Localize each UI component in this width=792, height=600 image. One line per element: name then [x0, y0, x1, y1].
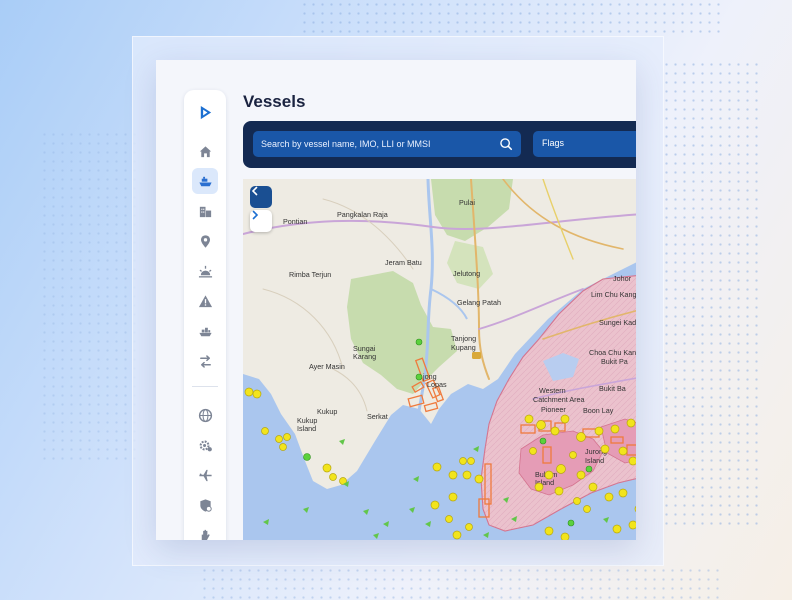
app-window: Vessels Flags — [156, 60, 636, 540]
vessel-icon[interactable] — [192, 168, 218, 194]
search-input[interactable] — [261, 131, 491, 157]
svg-text:Kukup: Kukup — [317, 407, 337, 416]
settings-cog-icon[interactable] — [192, 432, 218, 458]
home-icon[interactable] — [192, 138, 218, 164]
chevron-right-icon — [252, 210, 259, 220]
search-box — [253, 131, 521, 157]
filter-bar: Flags — [243, 121, 636, 168]
expand-panel-button[interactable] — [250, 210, 272, 232]
svg-text:Gelang Patah: Gelang Patah — [457, 298, 501, 307]
svg-text:Johor: Johor — [613, 274, 632, 283]
svg-text:Serkat: Serkat — [367, 412, 388, 421]
flags-label: Flags — [542, 138, 565, 148]
shield-icon[interactable] — [192, 492, 218, 518]
svg-text:Jeram Batu: Jeram Batu — [385, 258, 422, 267]
svg-text:Pulai: Pulai — [459, 198, 475, 207]
vessel-map[interactable]: Pulai Pontian Pangkalan Raja Rimba Terju… — [243, 179, 636, 540]
search-icon[interactable] — [499, 137, 513, 151]
svg-text:Bukit Ba: Bukit Ba — [599, 384, 626, 393]
page-title: Vessels — [243, 92, 306, 111]
port-building-icon[interactable] — [192, 198, 218, 224]
svg-text:Rimba Terjun: Rimba Terjun — [289, 270, 331, 279]
svg-text:Catchment Area: Catchment Area — [533, 395, 585, 404]
svg-text:Tanjong: Tanjong — [451, 334, 476, 343]
alert-icon[interactable] — [192, 288, 218, 314]
route-icon[interactable] — [192, 348, 218, 374]
svg-text:Island: Island — [585, 456, 604, 465]
svg-text:Pioneer: Pioneer — [541, 405, 566, 414]
aircraft-icon[interactable] — [192, 462, 218, 488]
weather-icon[interactable] — [192, 258, 218, 284]
svg-text:Western: Western — [539, 386, 566, 395]
svg-text:Island: Island — [297, 424, 316, 433]
chevron-left-icon — [251, 186, 258, 196]
svg-text:Jelutong: Jelutong — [453, 269, 480, 278]
svg-text:Kupang: Kupang — [451, 343, 476, 352]
globe-icon[interactable] — [192, 402, 218, 428]
cargo-ship-icon[interactable] — [192, 318, 218, 344]
svg-text:Sungei Kadu: Sungei Kadu — [599, 318, 636, 327]
flags-filter-dropdown[interactable]: Flags — [533, 131, 636, 157]
hand-icon[interactable] — [192, 522, 218, 540]
map-canvas: Pulai Pontian Pangkalan Raja Rimba Terju… — [243, 179, 636, 540]
svg-text:Boon Lay: Boon Lay — [583, 406, 614, 415]
svg-text:Ayer Masin: Ayer Masin — [309, 362, 345, 371]
sidebar — [184, 90, 226, 540]
svg-text:Pontian: Pontian — [283, 217, 307, 226]
svg-text:Lim Chu Kang: Lim Chu Kang — [591, 290, 636, 299]
svg-text:Choa Chu Kang: Choa Chu Kang — [589, 348, 636, 357]
sidebar-divider — [192, 386, 218, 387]
location-pin-icon[interactable] — [192, 228, 218, 254]
logo-icon[interactable] — [192, 99, 218, 125]
collapse-panel-button[interactable] — [250, 186, 272, 208]
svg-text:Pangkalan Raja: Pangkalan Raja — [337, 210, 388, 219]
svg-text:Karang: Karang — [353, 352, 376, 361]
svg-text:Lopas: Lopas — [427, 380, 447, 389]
svg-text:Bukit Pa: Bukit Pa — [601, 357, 628, 366]
